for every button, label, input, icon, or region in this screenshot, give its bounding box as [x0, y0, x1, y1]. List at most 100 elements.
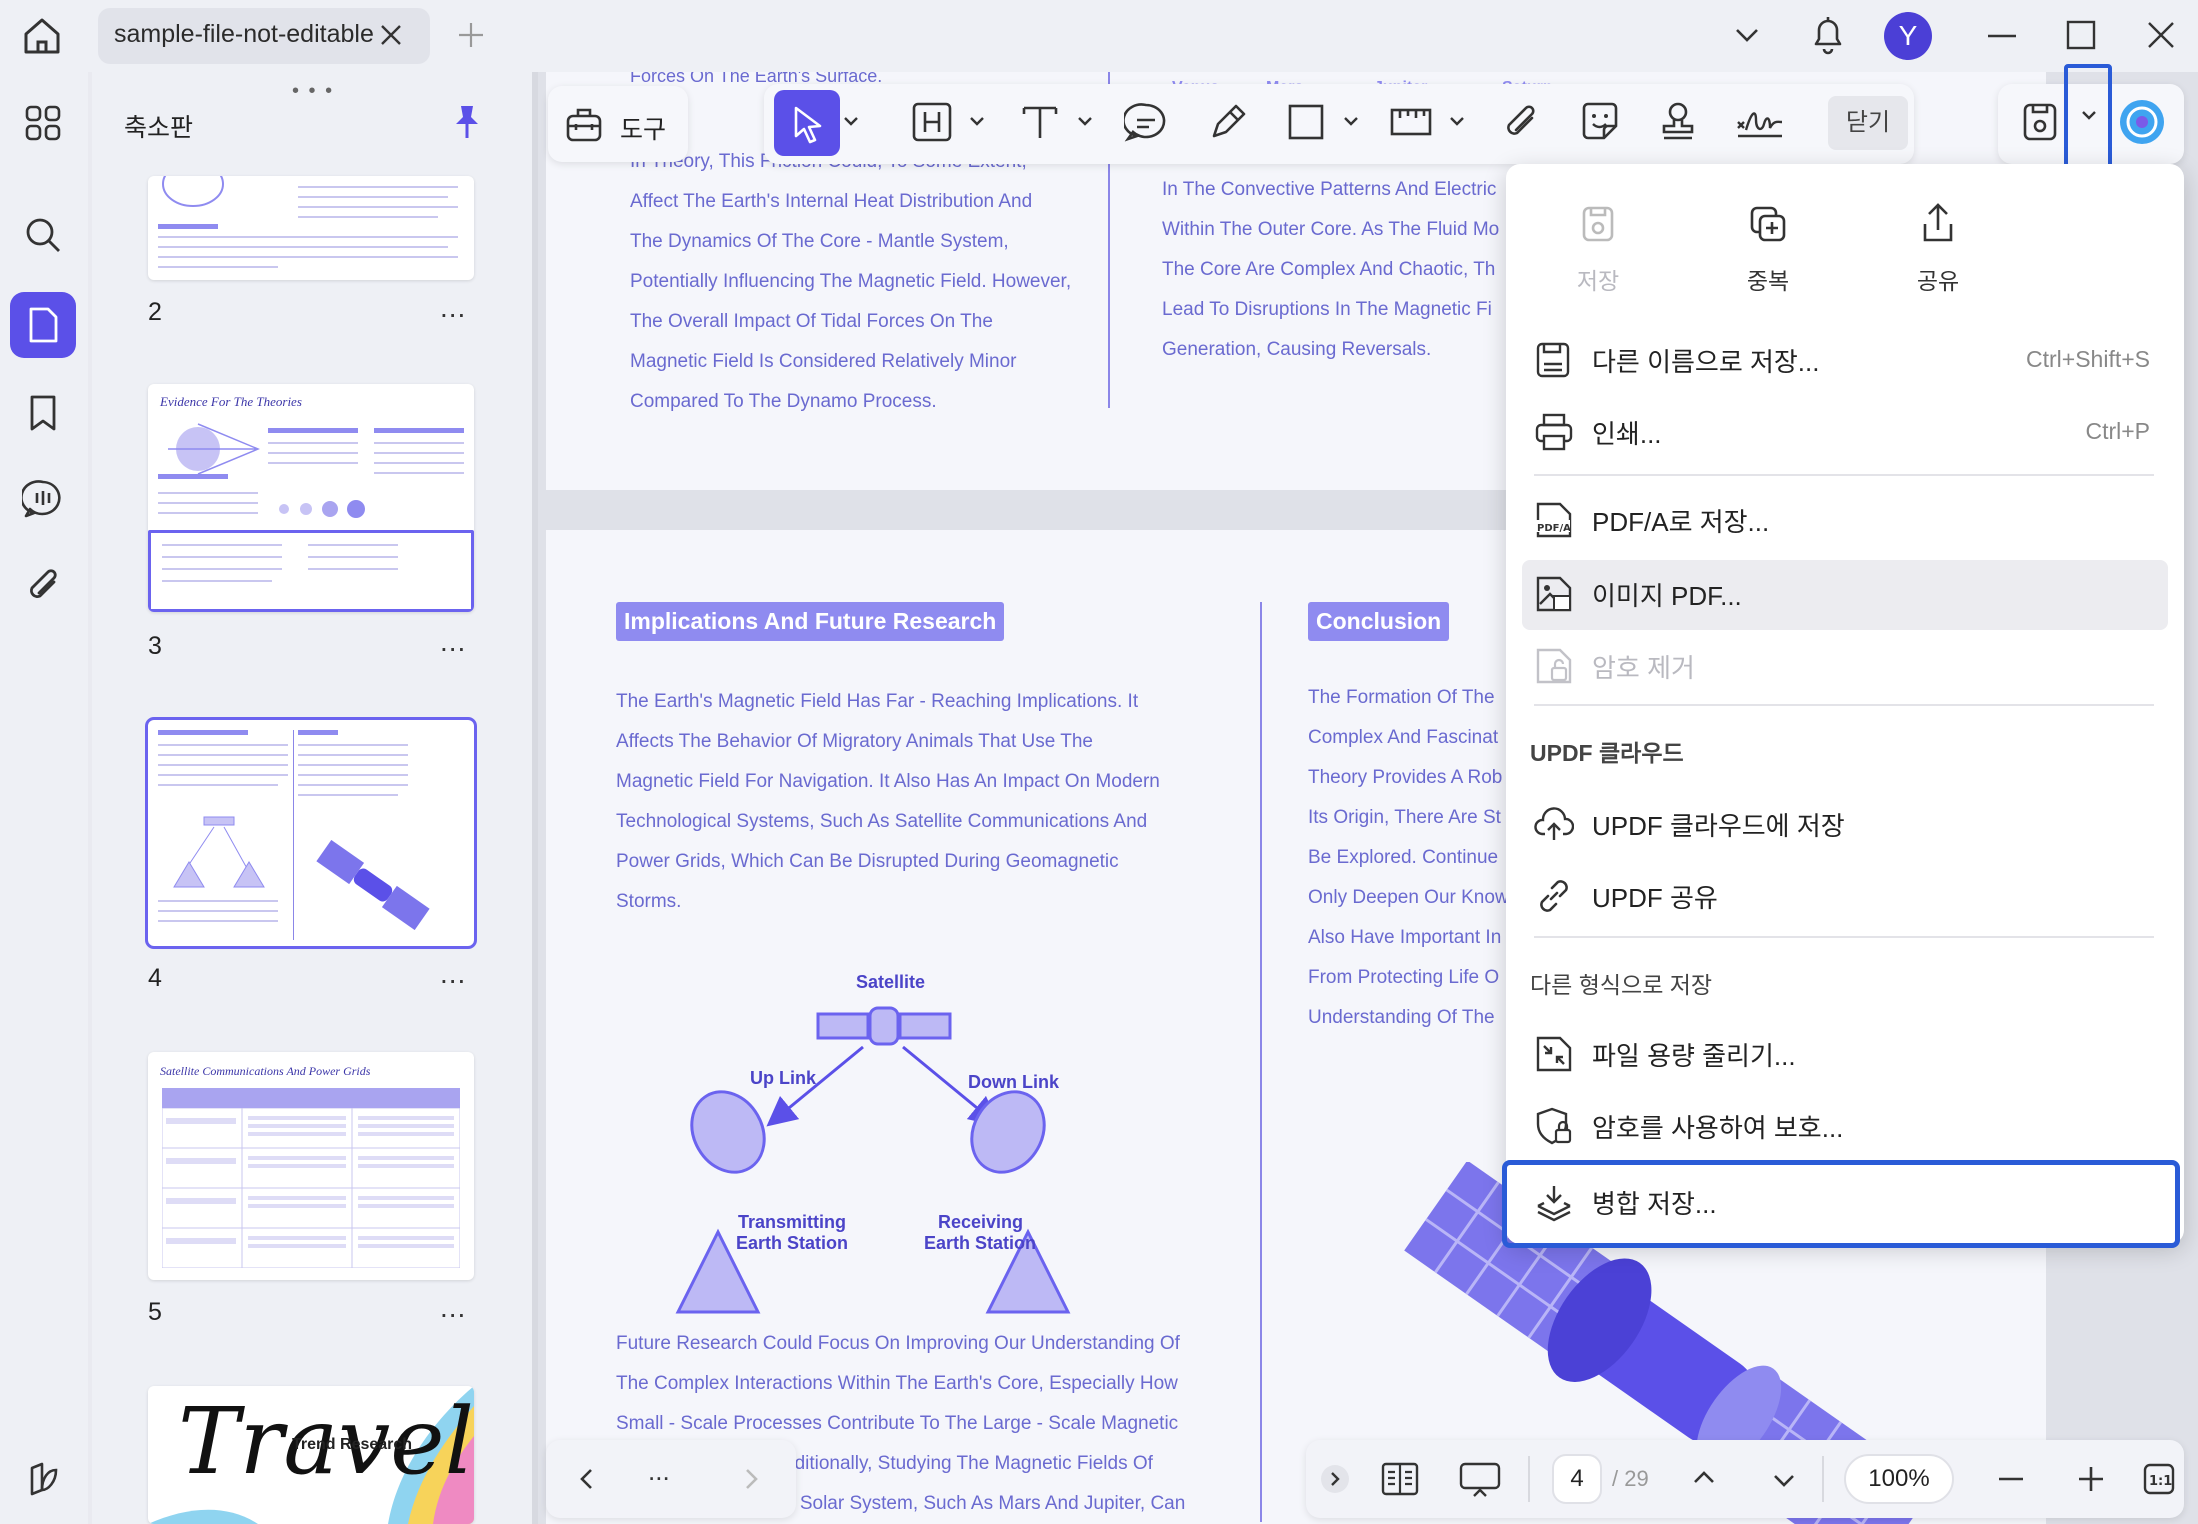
page-text-line: dditionally, Studying The Magnetic Field…: [784, 1453, 1153, 1474]
share-icon: [1920, 202, 1956, 244]
actual-size-icon[interactable]: 1:1: [2142, 1462, 2176, 1496]
close-window-icon[interactable]: [2142, 16, 2180, 54]
maximize-icon[interactable]: [2062, 16, 2100, 54]
page-more-button[interactable]: ...: [440, 292, 466, 324]
presentation-icon[interactable]: [1458, 1460, 1502, 1500]
page-text-line: Affect The Earth's Internal Heat Distrib…: [630, 191, 1033, 212]
chevron-down-icon[interactable]: [1340, 110, 1362, 132]
text-tool-icon[interactable]: [1018, 100, 1062, 144]
chevron-down-icon[interactable]: [1770, 1466, 1798, 1494]
page-text-line: Future Research Could Focus On Improving…: [616, 1333, 1180, 1354]
menu-item-label: UPDF 공유: [1592, 883, 1718, 913]
select-tool-button[interactable]: [774, 90, 840, 156]
heading-tool-icon[interactable]: [910, 100, 954, 144]
thumbnails-button[interactable]: [10, 292, 76, 358]
menu-print[interactable]: 인쇄... Ctrl+P: [1522, 400, 2168, 464]
menu-share-button[interactable]: 공유: [1878, 196, 1998, 306]
page-icon: [26, 306, 60, 344]
panel-drag-handle[interactable]: • • •: [292, 80, 334, 103]
comment-icon: [22, 478, 64, 520]
page-text-line: The Dynamics Of The Core - Mantle System…: [630, 231, 1009, 252]
save-options-highlight[interactable]: [2064, 64, 2112, 168]
page-more-button[interactable]: ...: [440, 626, 466, 658]
page-more-button[interactable]: ...: [440, 958, 466, 990]
attach-file-icon[interactable]: [1500, 100, 1540, 144]
chevron-right-icon[interactable]: [738, 1466, 764, 1492]
menu-item-label: UPDF 클라우드에 저장: [1592, 811, 1845, 841]
menu-updf-share[interactable]: UPDF 공유: [1522, 864, 2168, 928]
menu-save-pdfa[interactable]: PDF/A PDF/A로 저장...: [1522, 488, 2168, 552]
page-text-line: Potentially Influencing The Magnetic Fie…: [630, 271, 1072, 292]
add-tab-icon[interactable]: [456, 20, 486, 50]
thumbnail-page-5[interactable]: Satellite Communications And Power Grids: [148, 1052, 474, 1280]
comment-tool-icon[interactable]: [1124, 100, 1168, 144]
ai-assistant-icon[interactable]: [2118, 98, 2166, 146]
expand-toggle-icon[interactable]: [1320, 1464, 1350, 1494]
chevron-down-icon[interactable]: [840, 110, 862, 132]
chevron-up-icon[interactable]: [1690, 1464, 1718, 1492]
attachments-button[interactable]: [10, 552, 76, 618]
home-icon[interactable]: [20, 14, 64, 58]
menu-save-button[interactable]: 저장: [1538, 196, 1658, 306]
notification-bell-icon[interactable]: [1808, 12, 1848, 56]
zoom-level-input[interactable]: 100%: [1844, 1454, 1954, 1504]
thumbnail-page-6[interactable]: Travel Trend Research: [148, 1386, 474, 1524]
unlock-file-icon: [1534, 646, 1574, 686]
menu-save-as[interactable]: 다른 이름으로 저장... Ctrl+Shift+S: [1522, 328, 2168, 392]
page-layout-icon[interactable]: [1380, 1460, 1420, 1498]
page-text-line: e Solar System, Such As Mars And Jupiter…: [784, 1493, 1186, 1514]
menu-duplicate-button[interactable]: 중복: [1708, 196, 1828, 306]
page-text-line: Only Deepen Our Know: [1308, 887, 1509, 908]
save-icon[interactable]: [2020, 100, 2060, 144]
menu-image-pdf[interactable]: 이미지 PDF...: [1522, 562, 2168, 626]
rectangle-tool-icon[interactable]: [1286, 102, 1326, 142]
measure-tool-icon[interactable]: [1388, 100, 1434, 144]
tools-button[interactable]: 도구: [548, 86, 688, 162]
current-page-input[interactable]: 4: [1552, 1454, 1602, 1504]
pin-icon[interactable]: [452, 104, 482, 140]
chevron-down-icon[interactable]: [966, 110, 988, 132]
menu-protect-password[interactable]: 암호를 사용하여 보호...: [1522, 1094, 2168, 1158]
page-text-line: Magnetic Field For Navigation. It Also H…: [616, 771, 1160, 792]
comments-button[interactable]: [10, 466, 76, 532]
thumbnail-page-2[interactable]: [148, 176, 474, 280]
menu-reduce-size[interactable]: 파일 용량 줄리기...: [1522, 1022, 2168, 1086]
sticker-icon[interactable]: [1578, 100, 1622, 144]
bookmarks-button[interactable]: [10, 380, 76, 446]
menu-save-to-cloud[interactable]: UPDF 클라우드에 저장: [1522, 792, 2168, 856]
image-pdf-icon: [1534, 574, 1574, 614]
zoom-in-icon[interactable]: [2076, 1464, 2106, 1494]
minimize-icon[interactable]: [1984, 18, 2020, 54]
organize-pages-button[interactable]: [10, 90, 76, 156]
signature-icon[interactable]: [1734, 100, 1786, 144]
theme-button[interactable]: [10, 1446, 76, 1512]
more-options-button[interactable]: ...: [648, 1456, 670, 1487]
chevron-down-icon[interactable]: [1074, 110, 1096, 132]
chevron-down-icon[interactable]: [1446, 110, 1468, 132]
page-text-line: Understanding Of The: [1308, 1007, 1495, 1028]
diagram-label: Satellite: [856, 972, 926, 992]
menu-separator: [1534, 704, 2154, 706]
thumbnail-page-3[interactable]: Evidence For The Theories: [148, 384, 474, 612]
search-icon: [24, 216, 62, 254]
user-avatar[interactable]: Y: [1884, 12, 1932, 60]
page-text-line: The Formation Of The: [1308, 687, 1495, 708]
chevron-down-icon[interactable]: [1730, 18, 1764, 52]
search-button[interactable]: [10, 202, 76, 268]
menu-separator: [1534, 936, 2154, 938]
close-tab-icon[interactable]: [376, 20, 406, 50]
pdfa-icon: PDF/A: [1534, 500, 1574, 540]
stamp-icon[interactable]: [1656, 100, 1700, 144]
diagram-label: Up Link: [750, 1068, 816, 1088]
close-toolbar-button[interactable]: 닫기: [1828, 96, 1908, 150]
page-text-line: Also Have Important In: [1308, 927, 1502, 948]
page-text-line: The Earth's Magnetic Field Has Far - Rea…: [616, 691, 1139, 712]
pen-tool-icon[interactable]: [1206, 100, 1250, 144]
menu-remove-password[interactable]: 암호 제거: [1522, 634, 2168, 698]
zoom-out-icon[interactable]: [1996, 1464, 2026, 1494]
chevron-left-icon[interactable]: [574, 1466, 600, 1492]
diagram-label: Down Link: [968, 1072, 1059, 1092]
thumbnail-page-4[interactable]: [145, 717, 477, 949]
menu-save-label: 저장: [1576, 268, 1620, 294]
page-more-button[interactable]: ...: [440, 1292, 466, 1324]
